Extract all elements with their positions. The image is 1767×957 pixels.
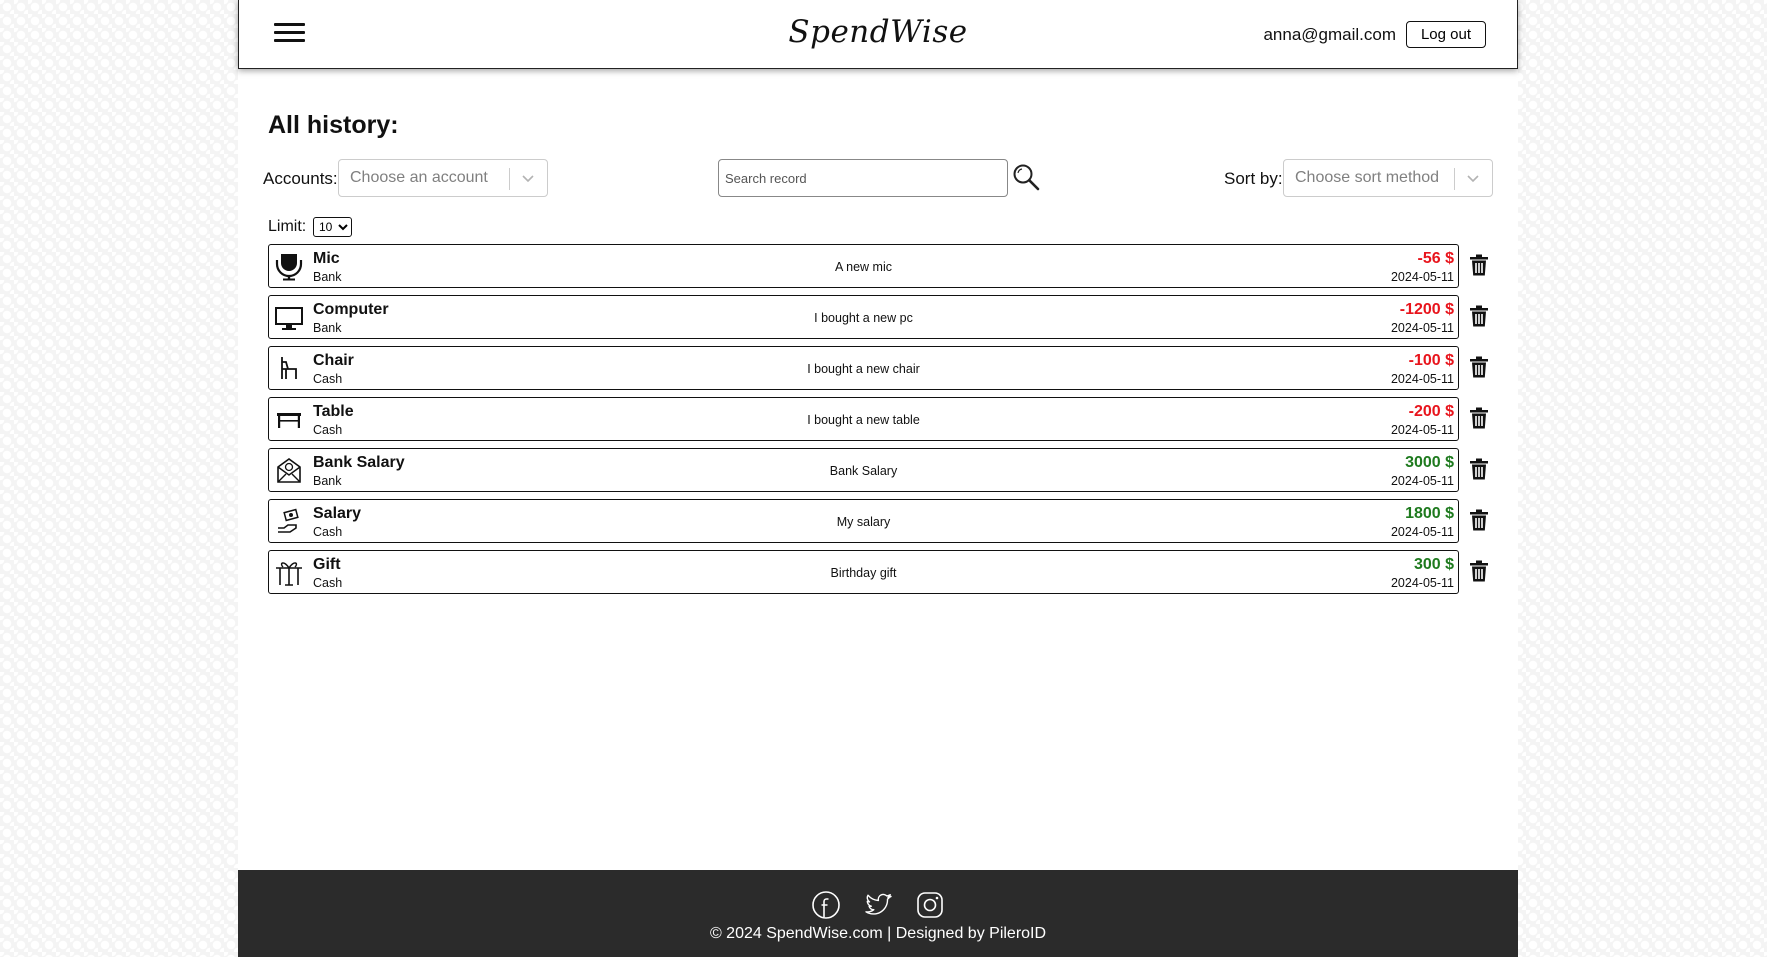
record-description: Birthday gift [830,566,897,580]
record-description: Bank Salary [829,464,898,478]
trash-icon[interactable] [1469,407,1489,429]
sort-select-placeholder: Choose sort method [1295,169,1440,186]
record-date: 2024-05-11 [1390,525,1454,539]
user-email: anna@gmail.com [1263,25,1396,44]
search-input[interactable] [718,159,1008,197]
page: SpendWise anna@gmail.com Log out All his… [238,0,1518,957]
top-header: SpendWise anna@gmail.com Log out [238,0,1518,69]
record-amount: -200 $ [1408,403,1454,420]
record-amount: 3000 $ [1405,454,1454,471]
accounts-label: Accounts: [263,169,338,188]
record-card[interactable]: Mic Bank A new mic -56 $ 2024-05-11 [268,244,1459,288]
record-row: Gift Cash Birthday gift 300 $ 2024-05-11 [268,550,1508,601]
record-row: Chair Cash I bought a new chair -100 $ 2… [268,346,1508,397]
accounts-select[interactable]: Choose an account [338,159,548,197]
chevron-down-icon [522,175,534,183]
record-description: A new mic [835,260,892,274]
trash-icon[interactable] [1469,458,1489,480]
record-card[interactable]: Chair Cash I bought a new chair -100 $ 2… [268,346,1459,390]
sort-select[interactable]: Choose sort method [1283,159,1493,197]
record-description: My salary [836,515,891,529]
record-description: I bought a new chair [807,362,920,376]
record-description: I bought a new pc [814,311,913,325]
social-links [238,890,1518,920]
trash-icon[interactable] [1469,254,1489,276]
record-amount: -56 $ [1417,250,1454,267]
trash-icon[interactable] [1469,509,1489,531]
record-amount: 1800 $ [1405,505,1454,522]
page-title: All history: [268,111,399,139]
record-row: Bank Salary Bank Bank Salary 3000 $ 2024… [268,448,1508,499]
trash-icon[interactable] [1469,560,1489,582]
limit-label: Limit: [268,218,307,235]
select-separator [1454,168,1455,190]
instagram-icon[interactable] [915,890,945,920]
record-date: 2024-05-11 [1390,270,1454,284]
record-date: 2024-05-11 [1390,321,1454,335]
accounts-select-placeholder: Choose an account [350,169,488,186]
record-date: 2024-05-11 [1390,423,1454,437]
record-card[interactable]: Computer Bank I bought a new pc -1200 $ … [268,295,1459,339]
record-card[interactable]: Salary Cash My salary 1800 $ 2024-05-11 [268,499,1459,543]
trash-icon[interactable] [1469,356,1489,378]
sort-label: Sort by: [1224,169,1283,188]
twitter-icon[interactable] [863,890,893,920]
facebook-icon[interactable] [811,890,841,920]
record-card[interactable]: Table Cash I bought a new table -200 $ 2… [268,397,1459,441]
record-amount: 300 $ [1413,556,1454,573]
records-list: Mic Bank A new mic -56 $ 2024-05-11 Comp… [268,244,1508,601]
record-date: 2024-05-11 [1390,474,1454,488]
record-card[interactable]: Bank Salary Bank Bank Salary 3000 $ 2024… [268,448,1459,492]
record-row: Table Cash I bought a new table -200 $ 2… [268,397,1508,448]
select-separator [509,168,510,190]
record-date: 2024-05-11 [1390,372,1454,386]
chevron-down-icon [1467,175,1479,183]
logout-button[interactable]: Log out [1406,21,1486,48]
record-amount: -100 $ [1408,352,1454,369]
record-amount: -1200 $ [1399,301,1454,318]
record-row: Mic Bank A new mic -56 $ 2024-05-11 [268,244,1508,295]
limit-select[interactable]: 10 [313,217,352,237]
footer: © 2024 SpendWise.com | Designed by Piler… [238,870,1518,957]
record-card[interactable]: Gift Cash Birthday gift 300 $ 2024-05-11 [268,550,1459,594]
copyright-text: © 2024 SpendWise.com | Designed by Piler… [709,925,1047,942]
trash-icon[interactable] [1469,305,1489,327]
record-description: I bought a new table [807,413,920,427]
record-row: Computer Bank I bought a new pc -1200 $ … [268,295,1508,346]
search-icon[interactable] [1012,163,1040,191]
record-row: Salary Cash My salary 1800 $ 2024-05-11 [268,499,1508,550]
record-date: 2024-05-11 [1390,576,1454,590]
